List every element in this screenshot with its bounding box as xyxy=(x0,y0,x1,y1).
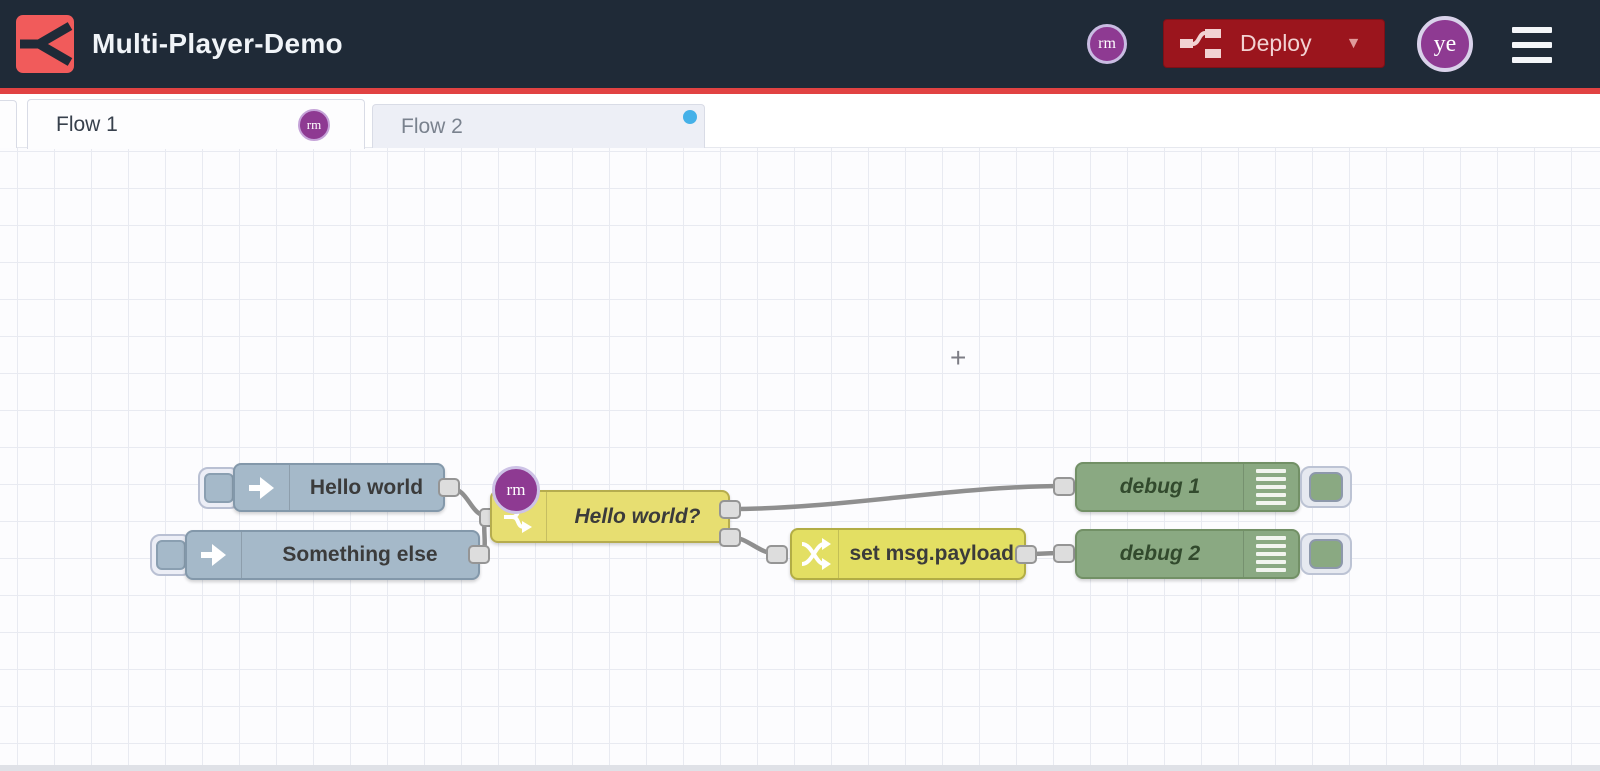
node-inject-something-else[interactable]: Something else xyxy=(185,530,480,580)
user-avatar[interactable]: ye xyxy=(1417,16,1473,72)
node-label: Hello world? xyxy=(574,504,701,528)
debug-list-icon xyxy=(1243,464,1298,510)
input-port[interactable] xyxy=(766,545,788,564)
deploy-label: Deploy xyxy=(1240,30,1312,56)
node-change-set-msg-payload[interactable]: set msg.payload xyxy=(790,528,1026,580)
deploy-icon xyxy=(1180,28,1221,58)
wire-layer xyxy=(448,483,1065,557)
collaborator-avatar[interactable]: rm xyxy=(1087,24,1127,64)
inject-arrow-icon xyxy=(187,532,242,578)
page-title: Multi-Player-Demo xyxy=(92,28,343,59)
tab-label: Flow 2 xyxy=(401,115,463,138)
node-debug-1[interactable]: debug 1 xyxy=(1075,462,1300,512)
node-label: Something else xyxy=(282,543,438,566)
node-label: debug 2 xyxy=(1119,542,1201,565)
tab-flow-2[interactable]: Flow 2 xyxy=(372,104,705,149)
debug-toggle-button[interactable] xyxy=(1300,533,1352,575)
flow-canvas[interactable]: Hello world Something else Hello world? … xyxy=(0,148,1600,771)
node-label: set msg.payload xyxy=(849,542,1014,565)
node-inject-hello-world[interactable]: Hello world xyxy=(233,463,445,512)
input-port[interactable] xyxy=(1053,544,1075,563)
node-debug-2[interactable]: debug 2 xyxy=(1075,529,1300,579)
output-port[interactable] xyxy=(468,545,490,564)
change-shuffle-icon xyxy=(792,530,840,578)
deploy-button[interactable]: Deploy ▼ xyxy=(1163,19,1385,68)
flow-tab-bar: Flow 1 rm Flow 2 + ▾ xyxy=(0,94,1600,234)
output-port[interactable] xyxy=(438,478,460,497)
tab-edge-sliver xyxy=(0,100,17,148)
output-port-1[interactable] xyxy=(719,500,741,519)
output-port-2[interactable] xyxy=(719,528,741,547)
input-port[interactable] xyxy=(1053,477,1075,496)
logo-icon xyxy=(20,22,73,66)
bottom-edge-strip xyxy=(0,765,1600,771)
flowfuse-logo[interactable] xyxy=(16,15,74,73)
debug-list-icon xyxy=(1243,531,1298,577)
app-header: Multi-Player-Demo rm Deploy ▼ ye xyxy=(0,0,1600,88)
cursor-crosshair: + xyxy=(950,342,967,373)
inject-arrow-icon xyxy=(235,465,290,510)
tab-collaborator-badge: rm xyxy=(298,108,330,141)
node-collaborator-badge: rm xyxy=(492,466,540,514)
tab-label: Flow 1 xyxy=(56,112,118,136)
debug-toggle-button[interactable] xyxy=(1300,466,1352,508)
hamburger-menu-icon[interactable] xyxy=(1512,27,1552,63)
output-port[interactable] xyxy=(1015,545,1037,564)
node-label: debug 1 xyxy=(1119,475,1201,498)
node-label: Hello world xyxy=(309,475,424,499)
notification-dot xyxy=(683,110,697,124)
tab-flow-1[interactable]: Flow 1 rm xyxy=(27,99,365,149)
wire[interactable] xyxy=(729,483,1065,512)
deploy-dropdown-caret-icon[interactable]: ▼ xyxy=(1346,35,1362,53)
